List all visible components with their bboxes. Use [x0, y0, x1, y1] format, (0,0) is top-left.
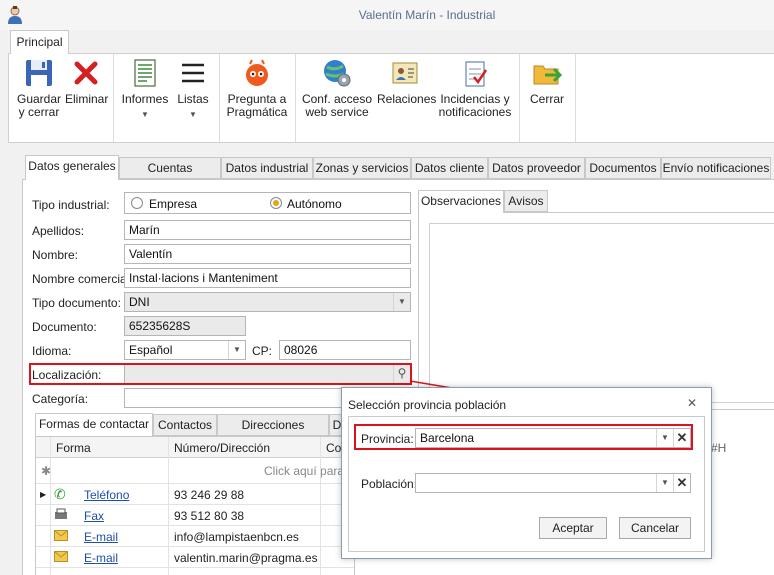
dialog-title: Selección provincia población [348, 398, 507, 412]
provincia-highlight [354, 424, 693, 450]
tab-observaciones[interactable]: Observaciones [418, 190, 504, 213]
poblacion-label: Población: [361, 477, 418, 491]
clear-icon[interactable]: ✕ [673, 474, 690, 492]
cancel-button[interactable]: Cancelar [619, 517, 691, 539]
tab-datos-generales[interactable]: Datos generales [25, 155, 119, 180]
accept-button[interactable]: Aceptar [539, 517, 607, 539]
chevron-down-icon[interactable]: ▼ [656, 474, 673, 492]
province-city-dialog: Selección provincia población ✕ Provinci… [341, 387, 712, 559]
dialog-body: Provincia: Barcelona ▼ ✕ Población: ▼ ✕ … [348, 416, 705, 552]
tab-formas-contactar[interactable]: Formas de contactar [35, 413, 153, 436]
ribbon-tab-principal[interactable]: Principal [10, 30, 69, 54]
close-icon[interactable]: ✕ [687, 396, 697, 410]
poblacion-select[interactable]: ▼ ✕ [415, 473, 691, 493]
